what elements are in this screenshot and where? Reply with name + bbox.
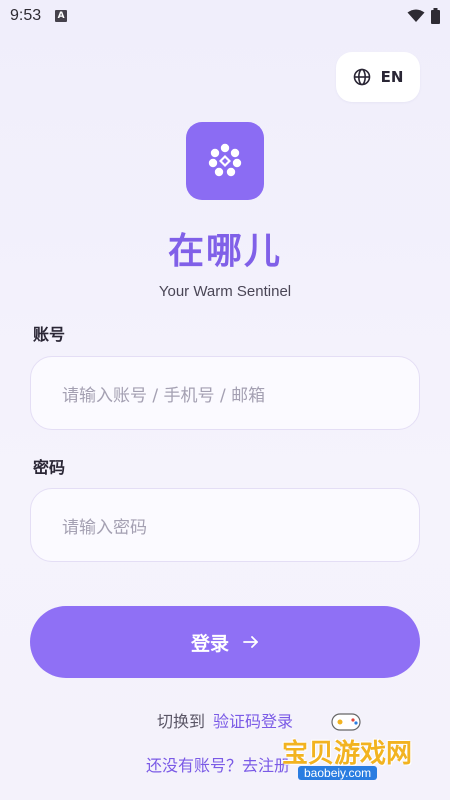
- app-title: 在哪儿: [167, 231, 282, 272]
- app-subtitle: Your Warm Sentinel: [158, 283, 292, 300]
- password-label: 密码: [33, 458, 66, 477]
- watermark: 宝贝游戏网 baobeiy.com: [272, 708, 422, 798]
- watermark-text: 宝贝游戏网: [281, 739, 412, 769]
- account-label: 账号: [33, 325, 66, 344]
- battery-icon: [431, 8, 440, 24]
- login-button[interactable]: 登录: [30, 606, 420, 678]
- arrow-right-icon: [243, 636, 258, 648]
- status-icons: [407, 8, 440, 24]
- password-input[interactable]: 请输入密码: [30, 488, 420, 562]
- app-logo: [186, 122, 264, 200]
- account-placeholder: 请输入账号 / 手机号 / 邮箱: [62, 385, 266, 406]
- wifi-icon: [407, 9, 425, 22]
- a-icon: A: [55, 10, 68, 22]
- login-button-label: 登录: [190, 632, 229, 655]
- language-toggle-button[interactable]: EN: [336, 52, 420, 102]
- globe-icon: [353, 68, 370, 86]
- status-bar: 9:53 A: [0, 0, 450, 32]
- watermark-url: baobeiy.com: [298, 766, 378, 780]
- switch-prefix: 切换到: [156, 712, 205, 731]
- password-placeholder: 请输入密码: [62, 517, 147, 538]
- status-time: 9:53: [10, 7, 42, 24]
- register-link[interactable]: 还没有账号？去注册: [146, 752, 290, 776]
- flower-icon: [208, 143, 242, 177]
- account-input[interactable]: 请输入账号 / 手机号 / 邮箱: [30, 356, 420, 430]
- gamepad-icon: [331, 713, 361, 731]
- language-label: EN: [380, 68, 404, 86]
